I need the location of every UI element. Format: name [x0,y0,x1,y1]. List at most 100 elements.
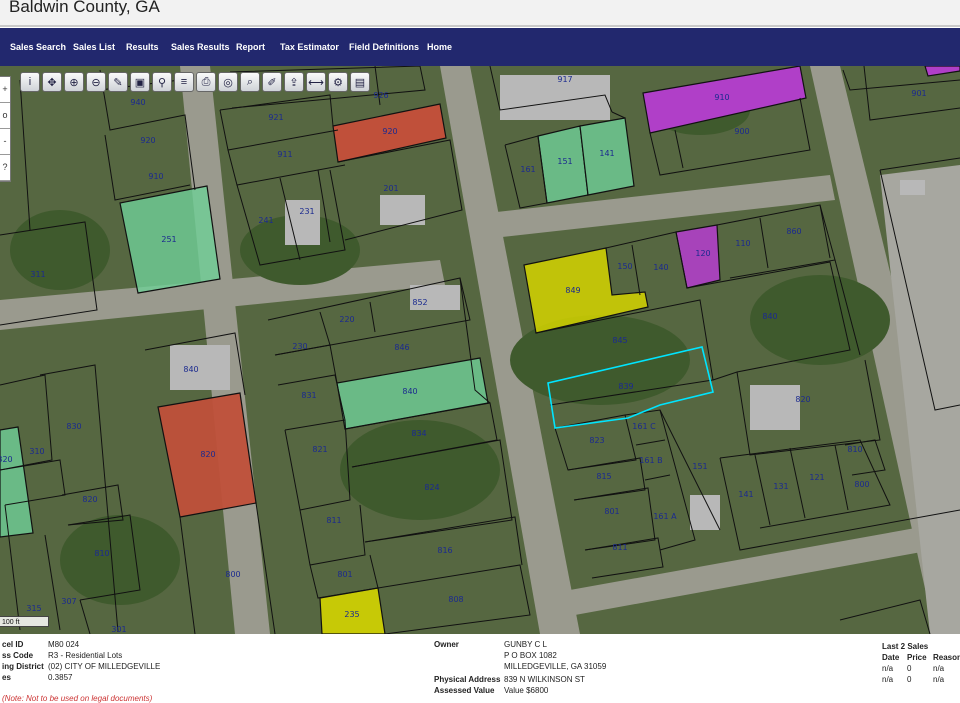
parcel-map[interactable]: 917 910 901 940 926 921 920 920 911 910 161 151 141 9… [0,66,960,634]
parcel-label: 141 [599,149,614,158]
nav-tax-estimator[interactable]: Tax Estimator [280,42,339,52]
parcel-label: 140 [653,263,668,272]
parcel-label: 151 [692,462,707,471]
sale-1-date: n/a [882,664,894,673]
parcel-label: 900 [734,127,749,136]
parcel-label: 161 C [632,422,656,431]
layers-icon[interactable]: ≡ [174,72,194,92]
pin-icon[interactable]: ⚲ [152,72,172,92]
parcel-label: 834 [411,429,426,438]
zoom-out-icon[interactable]: ⊖ [86,72,106,92]
parcel-label: 831 [301,391,316,400]
parcel-label: 816 [437,546,452,555]
zoom-control: + o - ? [0,76,11,182]
parcel-label: 231 [299,207,314,216]
info-icon[interactable]: i [20,72,40,92]
parcel-label: 820 [795,395,810,404]
parcel-label: 815 [596,472,611,481]
parcel-label: 849 [565,286,580,295]
physical-address-label: Physical Address [434,675,501,684]
parcel-label: 161 [520,165,535,174]
settings-icon[interactable]: ⚙ [328,72,348,92]
last-sales-title: Last 2 Sales [882,642,929,651]
parcel-label: 310 [29,447,44,456]
sales-header-date: Date [882,653,900,662]
parcel-label: 151 [557,157,572,166]
parcel-label: 840 [183,365,198,374]
parcel-label: 201 [383,184,398,193]
nav-home[interactable]: Home [427,42,452,52]
parcel-label: 800 [854,480,869,489]
parcel-label: 920 [382,127,397,136]
parcel-label: 311 [30,270,45,279]
draw-icon[interactable]: ✐ [262,72,282,92]
acres-label: es [2,673,11,682]
parcel-label: 852 [412,298,427,307]
owner-label: Owner [434,640,459,649]
help-button[interactable]: ? [0,155,10,181]
map-toolbar: i ✥ ⊕ ⊖ ✎ ▣ ⚲ ≡ ⎙ ◎ ⌕ ✐ ⇪ ⟷ ⚙ ▤ [20,72,370,94]
save-icon[interactable]: ▤ [350,72,370,92]
parcel-label: 801 [604,507,619,516]
assessed-value: Value $6800 [504,686,549,695]
parcel-label: 926 [373,91,388,100]
parcel-label: 823 [589,436,604,445]
parcel-label: 161 A [653,512,677,521]
parcel-label: 821 [312,445,327,454]
parcel-label: 301 [111,625,126,634]
nav-sales-list[interactable]: Sales List [73,42,115,52]
print-icon[interactable]: ⎙ [196,72,216,92]
zoom-out-button[interactable]: - [0,129,10,155]
select-icon[interactable]: ▣ [130,72,150,92]
parcel-label: 845 [612,336,627,345]
parcel-label: 840 [402,387,417,396]
class-code-value: R3 - Residential Lots [48,651,123,660]
parcel-label: 121 [809,473,824,482]
parcel-label: 131 [773,482,788,491]
export-icon[interactable]: ⇪ [284,72,304,92]
owner-name: GUNBY C L [504,640,547,649]
parcel-label: 810 [94,549,109,558]
parcel-label: 811 [326,516,341,525]
parcel-label: 810 [847,445,862,454]
zoom-in-button[interactable]: + [0,77,10,103]
parcel-label: 235 [344,610,359,619]
parcel-label: 320 [0,455,13,464]
parcel-label: 230 [292,342,307,351]
parcel-label: 920 [140,136,155,145]
parcel-id-value: M80 024 [48,640,80,649]
measure-icon[interactable]: ⟷ [306,72,326,92]
pan-icon[interactable]: ✥ [42,72,62,92]
nav-sales-results[interactable]: Sales Results [171,42,230,52]
map-canvas[interactable]: 917 910 901 940 926 921 920 920 911 910 161 151 141 9… [0,66,960,634]
parcel-label: 141 [738,490,753,499]
parcel-label: 251 [161,235,176,244]
search-icon[interactable]: ⌕ [240,72,260,92]
parcel-id-label: cel ID [2,640,24,649]
parcel-label: 120 [695,249,710,258]
parcel-label: 315 [26,604,41,613]
parcel-label: 839 [618,382,633,391]
header-divider [0,25,960,27]
parcel-label: 911 [277,150,292,159]
sale-1-price: 0 [907,664,912,673]
nav-results[interactable]: Results [126,42,159,52]
nav-report[interactable]: Report [236,42,265,52]
parcel-label: 901 [911,89,926,98]
parcel-label: 820 [82,495,97,504]
sale-2-date: n/a [882,675,894,684]
buffer-icon[interactable]: ◎ [218,72,238,92]
zoom-in-icon[interactable]: ⊕ [64,72,84,92]
parcel-label: 860 [786,227,801,236]
nav-sales-search[interactable]: Sales Search [10,42,66,52]
eraser-icon[interactable]: ✎ [108,72,128,92]
zoom-reset-button[interactable]: o [0,103,10,129]
parcel-details-panel: cel ID ss Code ing District es M80 024 R… [0,634,960,703]
parcel-label: 801 [337,570,352,579]
sale-1-reason: n/a [933,664,945,673]
nav-field-definitions[interactable]: Field Definitions [349,42,419,52]
parcel-label: 241 [258,216,273,225]
parcel-label: 811 [612,543,627,552]
parcel-label: 220 [339,315,354,324]
class-code-label: ss Code [2,651,34,660]
